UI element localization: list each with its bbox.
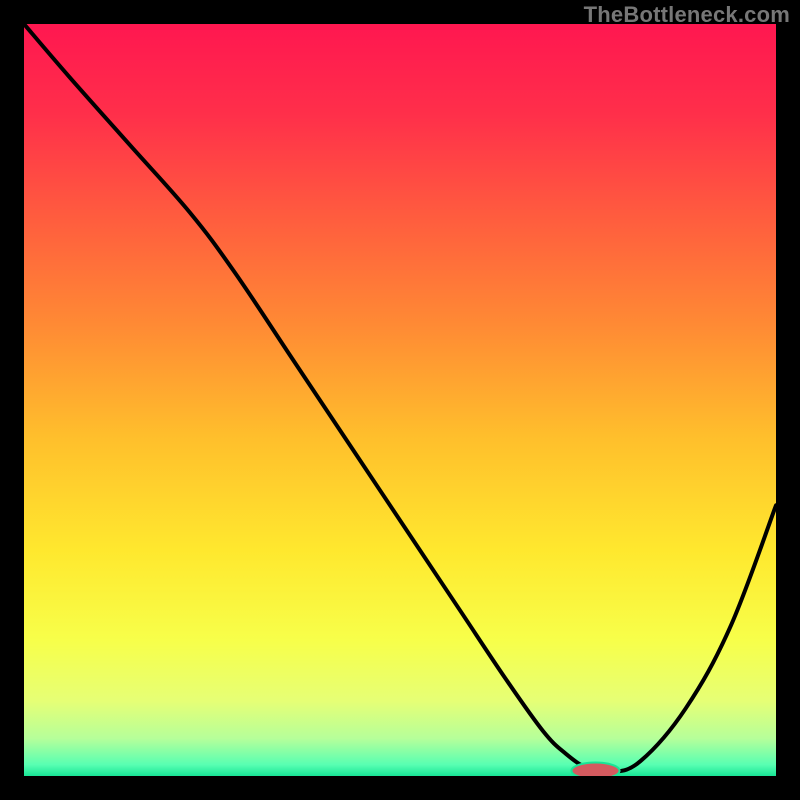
bottleneck-chart <box>24 24 776 776</box>
plot-area <box>24 24 776 776</box>
optimal-marker <box>571 762 619 776</box>
chart-frame: TheBottleneck.com <box>0 0 800 800</box>
gradient-background <box>24 24 776 776</box>
